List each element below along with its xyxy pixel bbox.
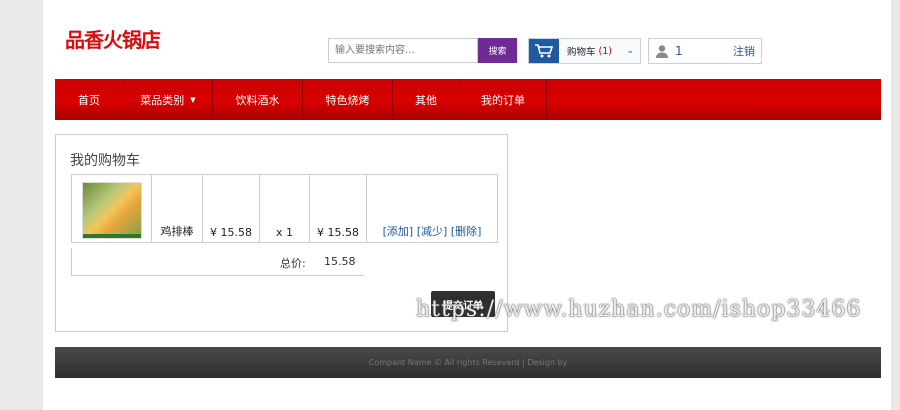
product-price: ¥ 15.58: [202, 174, 260, 243]
nav-label: 我的订单: [481, 93, 525, 107]
nav-label: 其他: [415, 93, 437, 107]
add-link[interactable]: [添加]: [383, 225, 414, 238]
nav-other[interactable]: 其他: [393, 79, 460, 120]
table-row: 鸡排棒 ¥ 15.58 x 1 ¥ 15.58 [添加] [减少] [删除]: [71, 174, 498, 243]
cart-icon: [529, 39, 559, 63]
search-button[interactable]: 搜索: [478, 38, 517, 63]
nav-my-orders[interactable]: 我的订单: [460, 79, 547, 120]
site-logo[interactable]: 品香火锅店: [65, 24, 161, 53]
nav-drinks[interactable]: 饮料酒水: [213, 79, 303, 120]
reduce-link[interactable]: [减少]: [417, 225, 448, 238]
product-image[interactable]: [81, 182, 142, 239]
total-row: 总价: 15.58: [71, 248, 364, 276]
user-name[interactable]: 1: [675, 44, 683, 58]
caret-down-icon: ▼: [190, 95, 196, 104]
nav-home[interactable]: 首页: [55, 79, 124, 120]
search-input[interactable]: [328, 38, 478, 63]
cart-table: 鸡排棒 ¥ 15.58 x 1 ¥ 15.58 [添加] [减少] [删除]: [71, 174, 498, 243]
total-label: 总价:: [280, 257, 306, 270]
nav-label: 菜品类别: [140, 93, 185, 107]
product-image-cell: [71, 174, 152, 243]
product-actions: [添加] [减少] [删除]: [366, 174, 498, 243]
product-qty: x 1: [259, 174, 310, 243]
total-value: 15.58: [324, 255, 356, 268]
user-icon: [656, 45, 668, 58]
product-subtotal: ¥ 15.58: [309, 174, 367, 243]
nav-categories[interactable]: 菜品类别 ▼: [124, 79, 213, 120]
delete-link[interactable]: [删除]: [451, 225, 482, 238]
chevron-down-icon: ⌄: [626, 46, 634, 56]
logout-link[interactable]: 注销: [733, 43, 755, 59]
cart-label: 购物车: [567, 47, 596, 58]
product-name: 鸡排棒: [151, 174, 203, 243]
nav-label: 特色烧烤: [325, 93, 370, 107]
user-box: 1 注销: [648, 38, 762, 64]
nav-label: 饮料酒水: [235, 93, 280, 107]
footer: Compant Name © All rights Reseverd | Des…: [55, 347, 881, 378]
cart-dropdown[interactable]: 购物车 (1) ⌄: [528, 38, 641, 64]
nav-label: 首页: [78, 93, 100, 107]
page-container: 品香火锅店 搜索 购物车 (1) ⌄ 1 注销 首页 菜品类别 ▼ 饮料酒水 特色…: [43, 0, 891, 410]
watermark: https://www.huzhan.com/ishop33466: [416, 297, 862, 322]
main-nav: 首页 菜品类别 ▼ 饮料酒水 特色烧烤 其他 我的订单: [55, 79, 881, 120]
panel-title: 我的购物车: [70, 153, 140, 169]
cart-count: (1): [598, 45, 612, 57]
nav-bbq[interactable]: 特色烧烤: [303, 79, 393, 120]
